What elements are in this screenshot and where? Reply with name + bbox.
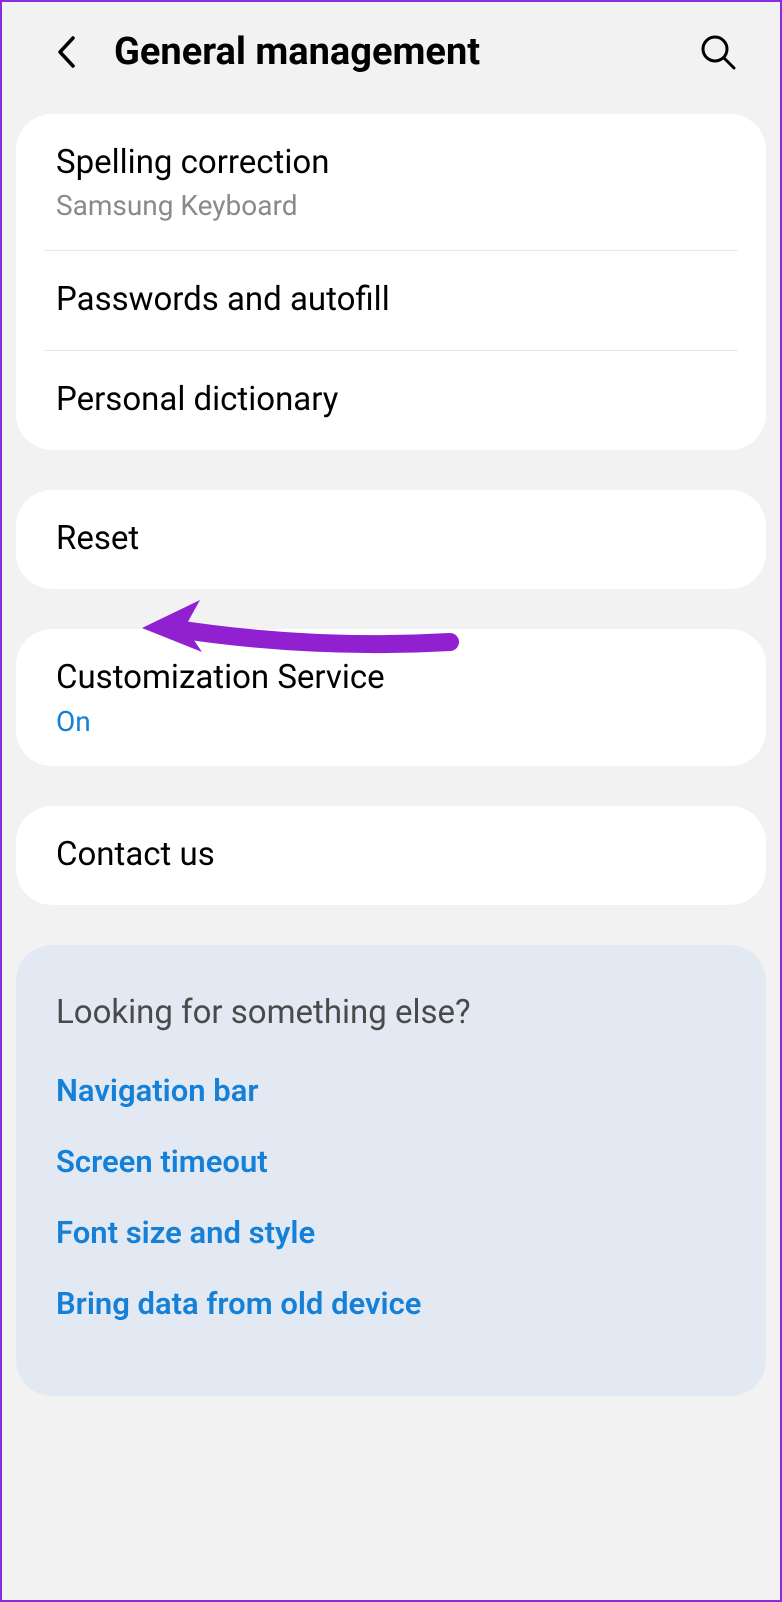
passwords-autofill-item[interactable]: Passwords and autofill <box>16 251 766 350</box>
item-title: Contact us <box>56 834 726 877</box>
reset-item[interactable]: Reset <box>16 490 766 589</box>
footer-section: Looking for something else? Navigation b… <box>16 945 766 1396</box>
item-title: Customization Service <box>56 657 726 700</box>
navigation-bar-link[interactable]: Navigation bar <box>56 1072 726 1109</box>
back-icon <box>56 35 76 69</box>
personal-dictionary-item[interactable]: Personal dictionary <box>16 351 766 450</box>
back-button[interactable] <box>46 32 86 72</box>
contact-us-item[interactable]: Contact us <box>16 806 766 905</box>
item-title: Passwords and autofill <box>56 279 726 322</box>
item-title: Reset <box>56 518 726 561</box>
bring-data-link[interactable]: Bring data from old device <box>56 1285 726 1322</box>
search-button[interactable] <box>696 30 740 74</box>
search-icon <box>699 33 737 71</box>
settings-group-1: Spelling correction Samsung Keyboard Pas… <box>16 114 766 450</box>
settings-group-4: Contact us <box>16 806 766 905</box>
item-title: Spelling correction <box>56 142 726 185</box>
font-size-style-link[interactable]: Font size and style <box>56 1214 726 1251</box>
item-status: On <box>56 705 726 738</box>
item-subtitle: Samsung Keyboard <box>56 189 726 222</box>
page-title: General management <box>114 30 668 74</box>
footer-title: Looking for something else? <box>56 993 726 1032</box>
spelling-correction-item[interactable]: Spelling correction Samsung Keyboard <box>16 114 766 250</box>
settings-group-3: Customization Service On <box>16 629 766 767</box>
screen-timeout-link[interactable]: Screen timeout <box>56 1143 726 1180</box>
item-title: Personal dictionary <box>56 379 726 422</box>
header: General management <box>2 2 780 114</box>
customization-service-item[interactable]: Customization Service On <box>16 629 766 767</box>
settings-group-2: Reset <box>16 490 766 589</box>
